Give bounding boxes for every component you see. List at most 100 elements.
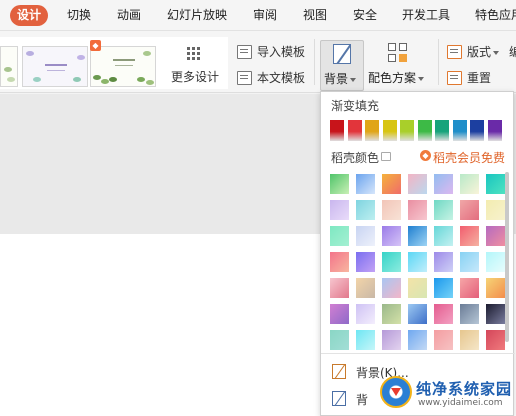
- tab-security[interactable]: 安全: [353, 0, 377, 31]
- background-icon: [332, 364, 346, 379]
- color-swatch[interactable]: [330, 330, 349, 350]
- panel-scrollbar[interactable]: [505, 172, 509, 342]
- color-swatch[interactable]: [434, 226, 453, 246]
- gradient-swatch[interactable]: [417, 120, 432, 141]
- color-swatch[interactable]: [382, 174, 401, 194]
- color-swatch[interactable]: [382, 252, 401, 272]
- gradient-swatch[interactable]: [435, 120, 449, 141]
- gradient-swatch[interactable]: [347, 120, 362, 141]
- member-free-link[interactable]: 稻壳会员免费: [433, 149, 505, 166]
- watermark: 纯净系统家园 www.yidaimei.com: [374, 370, 516, 416]
- color-swatch[interactable]: [460, 304, 479, 324]
- color-swatch[interactable]: [434, 174, 453, 194]
- color-swatch[interactable]: [408, 174, 427, 194]
- color-swatch[interactable]: [330, 304, 349, 324]
- background-button[interactable]: 背景: [320, 40, 364, 91]
- color-swatch[interactable]: [356, 174, 375, 194]
- text-template-label: 本文模板: [257, 71, 306, 85]
- layout-icon: [447, 45, 462, 59]
- design-ribbon: ◆ 更多设计 导入模板 本文模板 背景 配色方案 版式 重置 编: [0, 31, 516, 93]
- color-swatch[interactable]: [486, 278, 505, 298]
- color-swatch[interactable]: [460, 200, 479, 220]
- color-scheme-button[interactable]: 配色方案: [368, 40, 430, 91]
- template-thumbnail[interactable]: [0, 46, 18, 87]
- more-design-button[interactable]: 更多设计: [165, 40, 225, 86]
- template-thumbnail[interactable]: [22, 46, 88, 87]
- color-swatch[interactable]: [408, 278, 427, 298]
- color-swatch[interactable]: [486, 252, 505, 272]
- background-label: 背景: [324, 72, 349, 86]
- color-swatch[interactable]: [408, 226, 427, 246]
- tab-slideshow[interactable]: 幻灯片放映: [167, 0, 227, 31]
- color-swatch[interactable]: [382, 200, 401, 220]
- color-swatch[interactable]: [356, 278, 375, 298]
- color-swatch[interactable]: [486, 330, 505, 350]
- color-swatch[interactable]: [434, 200, 453, 220]
- color-swatch[interactable]: [434, 304, 453, 324]
- edit-label-cut: 编: [509, 45, 516, 59]
- tab-view[interactable]: 视图: [303, 0, 327, 31]
- color-scheme-icon: [388, 43, 408, 63]
- gradient-swatch[interactable]: [470, 120, 484, 141]
- gradient-swatch[interactable]: [382, 120, 397, 141]
- tab-features[interactable]: 特色应用: [475, 0, 516, 31]
- color-swatch[interactable]: [330, 252, 349, 272]
- color-swatch[interactable]: [486, 200, 505, 220]
- picture-icon: [332, 391, 346, 406]
- color-swatch[interactable]: [460, 330, 479, 350]
- color-swatch[interactable]: [330, 174, 349, 194]
- color-swatch[interactable]: [486, 174, 505, 194]
- tab-review[interactable]: 审阅: [253, 0, 277, 31]
- color-swatch[interactable]: [356, 252, 375, 272]
- gradient-swatch[interactable]: [487, 120, 502, 141]
- member-crown-icon: ◆: [420, 150, 431, 161]
- message-icon: [381, 152, 391, 161]
- color-swatch[interactable]: [382, 330, 401, 350]
- color-swatch[interactable]: [382, 226, 401, 246]
- color-swatch[interactable]: [460, 174, 479, 194]
- color-swatch[interactable]: [486, 226, 505, 246]
- color-swatch[interactable]: [486, 304, 505, 324]
- menu-divider: [321, 353, 515, 354]
- color-swatch[interactable]: [356, 200, 375, 220]
- reset-icon: [447, 71, 462, 85]
- watermark-title: 纯净系统家园: [416, 380, 513, 398]
- color-swatch[interactable]: [408, 304, 427, 324]
- color-swatch[interactable]: [408, 252, 427, 272]
- gradient-swatch[interactable]: [452, 120, 467, 141]
- color-swatch[interactable]: [330, 278, 349, 298]
- color-scheme-label: 配色方案: [368, 71, 417, 85]
- tab-animation[interactable]: 动画: [117, 0, 141, 31]
- color-swatch[interactable]: [356, 304, 375, 324]
- color-swatch[interactable]: [408, 200, 427, 220]
- watermark-url: www.yidaimei.com: [418, 398, 503, 408]
- color-swatch[interactable]: [434, 330, 453, 350]
- grid-icon: [187, 47, 201, 61]
- template-gallery: ◆ 更多设计: [0, 37, 228, 89]
- color-swatch[interactable]: [434, 278, 453, 298]
- chevron-down-icon: [493, 50, 500, 55]
- tab-transition[interactable]: 切换: [67, 0, 91, 31]
- color-swatch[interactable]: [330, 200, 349, 220]
- import-template-label: 导入模板: [257, 45, 306, 59]
- color-swatch[interactable]: [356, 226, 375, 246]
- gradient-swatch[interactable]: [400, 120, 414, 141]
- color-swatch[interactable]: [460, 252, 479, 272]
- chevron-down-icon: [418, 76, 425, 81]
- tab-developer[interactable]: 开发工具: [402, 0, 450, 31]
- color-swatch[interactable]: [434, 252, 453, 272]
- color-swatch[interactable]: [382, 278, 401, 298]
- gradient-swatch[interactable]: [365, 120, 379, 141]
- color-swatch[interactable]: [408, 330, 427, 350]
- color-swatch[interactable]: [460, 226, 479, 246]
- color-swatch[interactable]: [330, 226, 349, 246]
- ribbon-divider: [314, 39, 315, 85]
- color-swatch[interactable]: [460, 278, 479, 298]
- tab-design[interactable]: 设计: [10, 5, 49, 26]
- template-thumbnail[interactable]: [90, 46, 156, 87]
- gradient-swatch[interactable]: [330, 120, 344, 141]
- color-swatch[interactable]: [356, 330, 375, 350]
- edit-button-cut[interactable]: 编: [509, 42, 516, 62]
- color-swatch[interactable]: [382, 304, 401, 324]
- background-dropdown: 渐变填充 稻壳颜色 ◆ 稻壳会员免费 背景(K)... 背: [320, 91, 515, 416]
